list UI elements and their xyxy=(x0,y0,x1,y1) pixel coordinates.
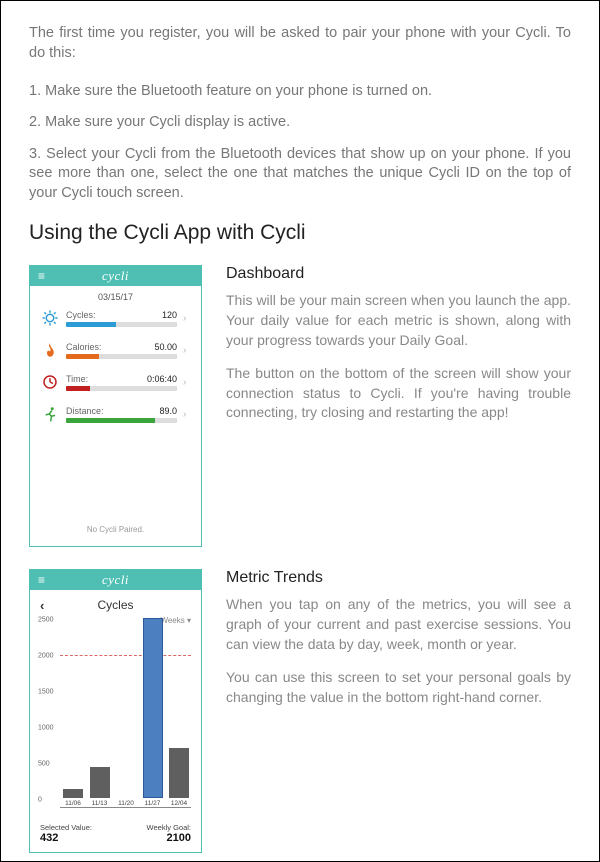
metric-label: Cycles: xyxy=(66,310,96,320)
selected-value-label: Selected Value: xyxy=(40,823,92,832)
selected-value: 432 xyxy=(40,832,92,844)
selected-value-block: Selected Value: 432 xyxy=(40,823,92,844)
bar-column[interactable]: 11/20 xyxy=(116,798,136,807)
y-tick-label: 2000 xyxy=(38,653,54,660)
app-header: ≡ cycli xyxy=(30,266,201,286)
y-tick-label: 1500 xyxy=(38,689,54,696)
metric-row[interactable]: Calories: 50.00 › xyxy=(40,340,191,360)
menu-icon[interactable]: ≡ xyxy=(38,574,45,586)
bar-column[interactable]: 11/13 xyxy=(90,767,110,807)
menu-icon[interactable]: ≡ xyxy=(38,270,45,282)
connection-status[interactable]: No Cycli Paired. xyxy=(40,525,191,536)
step-2: 2. Make sure your Cycli display is activ… xyxy=(29,113,571,133)
metric-label: Calories: xyxy=(66,342,102,352)
dashboard-p1: This will be your main screen when you l… xyxy=(226,291,571,350)
metric-row[interactable]: Distance: 89.0 › xyxy=(40,404,191,424)
step-3: 3. Select your Cycli from the Bluetooth … xyxy=(29,145,571,204)
pairing-steps: 1. Make sure the Bluetooth feature on yo… xyxy=(29,82,571,204)
x-tick-label: 11/06 xyxy=(65,800,81,807)
trends-chart[interactable]: 0500100015002000250011/0611/1311/2011/27… xyxy=(38,627,193,821)
weekly-goal-value[interactable]: 2100 xyxy=(147,832,191,844)
chevron-right-icon: › xyxy=(183,409,191,420)
intro-text: The first time you register, you will be… xyxy=(29,23,571,64)
metric-value: 50.00 xyxy=(154,342,177,352)
y-tick-label: 2500 xyxy=(38,617,54,624)
metric-row[interactable]: Time: 0:06:40 › xyxy=(40,372,191,392)
trends-screenshot: ≡ cycli ‹ Cycles Weeks ▾ 0 500 1000 1500 200… xyxy=(29,569,202,853)
section-title: Using the Cycli App with Cycli xyxy=(29,221,571,245)
metric-value: 89.0 xyxy=(159,406,177,416)
y-tick-label: 1000 xyxy=(38,725,54,732)
bar-column[interactable]: 12/04 xyxy=(169,748,189,807)
trends-metric-title: Cycles xyxy=(97,598,133,612)
x-axis xyxy=(60,807,191,808)
trends-row: ≡ cycli ‹ Cycles Weeks ▾ 0 500 1000 1500 200… xyxy=(29,569,571,853)
bar-column[interactable]: 11/06 xyxy=(63,789,83,807)
clock-icon xyxy=(40,372,60,392)
weekly-goal-block[interactable]: Weekly Goal: 2100 xyxy=(147,823,191,844)
trends-p1: When you tap on any of the metrics, you … xyxy=(226,595,571,654)
bar[interactable] xyxy=(143,618,163,798)
chevron-right-icon: › xyxy=(183,313,191,324)
step-1: 1. Make sure the Bluetooth feature on yo… xyxy=(29,82,571,102)
dashboard-heading: Dashboard xyxy=(226,265,571,283)
gear-icon xyxy=(40,308,60,328)
chevron-right-icon: › xyxy=(183,345,191,356)
metric-row[interactable]: Cycles: 120 › xyxy=(40,308,191,328)
x-tick-label: 11/27 xyxy=(145,800,161,807)
app-brand: cycli xyxy=(102,268,129,284)
back-button[interactable]: ‹ xyxy=(40,598,44,613)
metric-value: 120 xyxy=(162,310,177,320)
chevron-right-icon: › xyxy=(183,377,191,388)
metric-label: Time: xyxy=(66,374,88,384)
flame-icon xyxy=(40,340,60,360)
x-tick-label: 12/04 xyxy=(171,800,187,807)
app-header: ≡ cycli xyxy=(30,570,201,590)
x-tick-label: 11/20 xyxy=(118,800,134,807)
x-tick-label: 11/13 xyxy=(92,800,108,807)
bar-column[interactable]: 11/27 xyxy=(143,618,163,807)
range-selector[interactable]: Weeks ▾ xyxy=(38,616,193,625)
metric-label: Distance: xyxy=(66,406,104,416)
dashboard-date: 03/15/17 xyxy=(40,292,191,302)
bar[interactable] xyxy=(169,748,189,798)
bar[interactable] xyxy=(90,767,110,798)
dashboard-screenshot: ≡ cycli 03/15/17 Cycles: 120 › Calories: 50.… xyxy=(29,265,202,547)
y-tick-label: 0 xyxy=(38,797,42,804)
dashboard-p2: The button on the bottom of the screen w… xyxy=(226,364,571,423)
runner-icon xyxy=(40,404,60,424)
trends-heading: Metric Trends xyxy=(226,569,571,587)
dashboard-row: ≡ cycli 03/15/17 Cycles: 120 › Calories: 50.… xyxy=(29,265,571,547)
y-tick-label: 500 xyxy=(38,761,50,768)
weekly-goal-label: Weekly Goal: xyxy=(147,823,191,832)
metric-value: 0:06:40 xyxy=(147,374,177,384)
trends-p2: You can use this screen to set your pers… xyxy=(226,668,571,707)
bar[interactable] xyxy=(63,789,83,798)
app-brand: cycli xyxy=(102,572,129,588)
